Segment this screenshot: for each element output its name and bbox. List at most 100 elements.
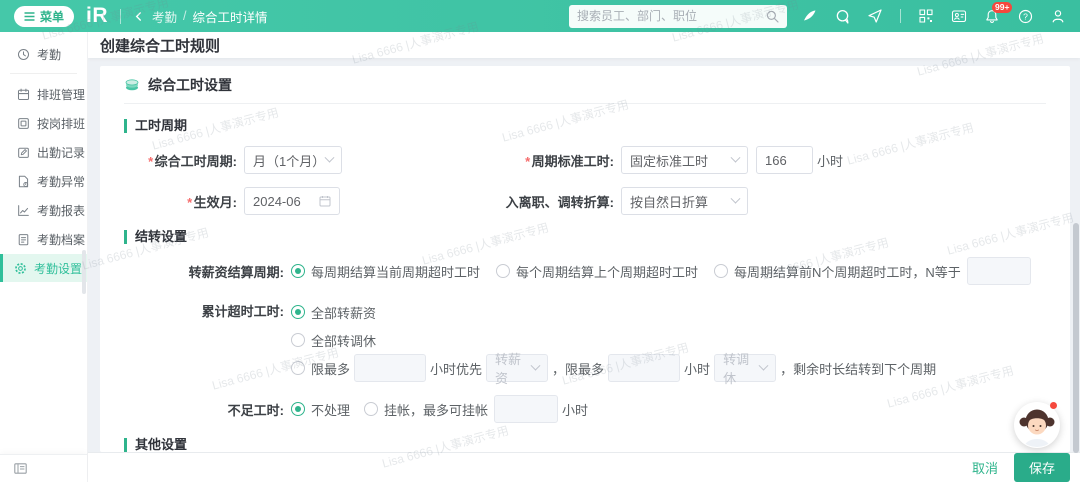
overtime-label: 累计超时工时:: [124, 298, 284, 326]
page-title: 创建综合工时规则: [100, 35, 220, 56]
insufficient-row: 不足工时: 不处理 挂帐，最多可挂帐 小时: [124, 395, 1046, 423]
user-icon[interactable]: [1050, 8, 1066, 24]
settlement-row: 转薪资结算周期: 每周期结算当前周期超时工时 每个周期结算上个周期超时工时 每周…: [124, 257, 1046, 285]
breadcrumb: 考勤 / 综合工时详情: [152, 7, 268, 26]
overtime-option-limit[interactable]: 限最多 小时优先 转薪资 ，限最多 小时 转调休 ，剩余时长结转到下个周期: [291, 354, 940, 382]
sidebar-item-label: 按岗排班: [37, 115, 85, 132]
radio-unchecked[interactable]: [291, 361, 305, 375]
menu-button-label: 菜单: [40, 8, 64, 25]
sidebar-item-attendance[interactable]: 考勤: [0, 40, 87, 68]
back-button[interactable]: [133, 11, 144, 22]
radio-checked[interactable]: [291, 264, 305, 278]
group-title-period: 工时周期: [124, 119, 1046, 133]
sidebar-item-attendance-record[interactable]: 出勤记录: [0, 138, 87, 166]
composite-period-select[interactable]: 月（1个月）: [244, 146, 342, 174]
form-row: *综合工时周期: 月（1个月） *周期标准工时: 固定标准工时 小时: [124, 146, 1046, 174]
qrcode-icon[interactable]: [918, 8, 934, 24]
settlement-n-input[interactable]: [967, 257, 1031, 285]
composite-hours-card: 综合工时设置 工时周期 *综合工时周期: 月（1个月） *周期标准工时: 固定标…: [100, 66, 1070, 452]
calendar-icon: [17, 88, 30, 101]
priority-select-1[interactable]: 转薪资: [486, 354, 548, 382]
file-alert-icon: [17, 175, 30, 188]
limit-salary-hours-input[interactable]: [354, 354, 426, 382]
conversion-label: 入离职、调转折算:: [494, 192, 614, 211]
section-title: 综合工时设置: [148, 75, 232, 95]
collapse-icon[interactable]: [14, 463, 27, 474]
clipboard-icon: [17, 233, 30, 246]
topbar-icon-divider: [900, 9, 901, 23]
cancel-button[interactable]: 取消: [972, 458, 998, 477]
insufficient-label: 不足工时:: [124, 400, 284, 419]
breadcrumb-separator: /: [183, 9, 186, 23]
settlement-label: 转薪资结算周期:: [124, 262, 284, 281]
global-search[interactable]: [569, 5, 787, 28]
sidebar-item-shift-management[interactable]: 排班管理: [0, 80, 87, 108]
message-icon[interactable]: [834, 8, 850, 24]
menu-button[interactable]: 菜单: [14, 6, 74, 27]
standard-hours-label: *周期标准工时:: [494, 151, 614, 170]
insufficient-option-none[interactable]: 不处理: [291, 400, 350, 419]
sidebar-item-attendance-settings[interactable]: 考勤设置: [0, 254, 87, 282]
hours-unit: 小时: [817, 151, 843, 170]
calendar-icon: [319, 195, 331, 207]
assistant-avatar[interactable]: [1014, 402, 1060, 448]
chart-icon: [17, 204, 30, 217]
overtime-option-salary[interactable]: 全部转薪资: [291, 298, 940, 326]
conversion-select[interactable]: 按自然日折算: [621, 187, 748, 215]
sidebar: 考勤 排班管理 按岗排班 出勤记录 考勤异常 考勤报表 考勤档案 考勤设置: [0, 32, 88, 482]
notification-bell-icon[interactable]: 99+: [984, 8, 1000, 24]
clock-icon: [17, 48, 30, 61]
sidebar-item-label: 考勤: [37, 46, 61, 63]
breadcrumb-section[interactable]: 考勤: [152, 7, 177, 26]
save-button[interactable]: 保存: [1014, 453, 1070, 482]
sidebar-divider: [10, 73, 77, 74]
chevron-down-icon: [759, 360, 769, 370]
effective-month-datepicker[interactable]: 2024-06: [244, 187, 340, 215]
form-row: *生效月: 2024-06 入离职、调转折算: 按自然日折算: [124, 187, 1046, 215]
topbar: 菜单 iR 考勤 / 综合工时详情 99+: [0, 0, 1080, 32]
contacts-icon[interactable]: [951, 8, 967, 24]
sidebar-item-attendance-archive[interactable]: 考勤档案: [0, 225, 87, 253]
standard-hours-select[interactable]: 固定标准工时: [621, 146, 748, 174]
radio-unchecked[interactable]: [496, 264, 510, 278]
hamburger-icon: [24, 12, 35, 21]
section-header: 综合工时设置: [124, 66, 1046, 104]
settlement-option-current[interactable]: 每周期结算当前周期超时工时: [291, 262, 480, 281]
window-scrollbar-thumb[interactable]: [1073, 223, 1079, 453]
send-icon[interactable]: [867, 8, 883, 24]
sidebar-item-attendance-exception[interactable]: 考勤异常: [0, 167, 87, 195]
gear-icon: [14, 262, 27, 275]
group-title-other: 其他设置: [124, 438, 1046, 452]
settlement-option-previous[interactable]: 每个周期结算上个周期超时工时: [496, 262, 698, 281]
action-footer: 取消 保存: [88, 452, 1080, 482]
limit-leave-hours-input[interactable]: [608, 354, 680, 382]
sidebar-item-post-scheduling[interactable]: 按岗排班: [0, 109, 87, 137]
sidebar-item-attendance-report[interactable]: 考勤报表: [0, 196, 87, 224]
quick-wing-icon[interactable]: [801, 8, 817, 24]
priority-select-2[interactable]: 转调休: [714, 354, 776, 382]
sidebar-scrollbar-thumb[interactable]: [82, 250, 86, 294]
standard-hours-input[interactable]: [756, 146, 813, 174]
sidebar-item-label: 排班管理: [37, 86, 85, 103]
radio-unchecked[interactable]: [714, 264, 728, 278]
effective-month-label: *生效月:: [124, 192, 237, 211]
insufficient-option-credit[interactable]: 挂帐，最多可挂帐: [364, 400, 488, 419]
page-header: 创建综合工时规则: [88, 32, 1080, 58]
radio-checked[interactable]: [291, 402, 305, 416]
chevron-down-icon: [731, 152, 741, 162]
help-icon[interactable]: ?: [1017, 8, 1033, 24]
settlement-option-n[interactable]: 每周期结算前N个周期超时工时，N等于: [714, 262, 961, 281]
sidebar-item-label: 考勤设置: [34, 260, 82, 277]
radio-checked[interactable]: [291, 305, 305, 319]
overtime-option-leave[interactable]: 全部转调休: [291, 326, 940, 354]
credit-hours-input[interactable]: [494, 395, 558, 423]
topbar-actions: 99+ ?: [801, 8, 1066, 24]
chevron-down-icon: [325, 152, 335, 162]
radio-unchecked[interactable]: [364, 402, 378, 416]
search-input[interactable]: [577, 9, 766, 23]
sidebar-item-label: 出勤记录: [37, 144, 85, 161]
radio-unchecked[interactable]: [291, 333, 305, 347]
sidebar-item-label: 考勤异常: [37, 173, 85, 190]
sidebar-item-label: 考勤档案: [37, 231, 85, 248]
notification-badge: 99+: [992, 2, 1012, 13]
